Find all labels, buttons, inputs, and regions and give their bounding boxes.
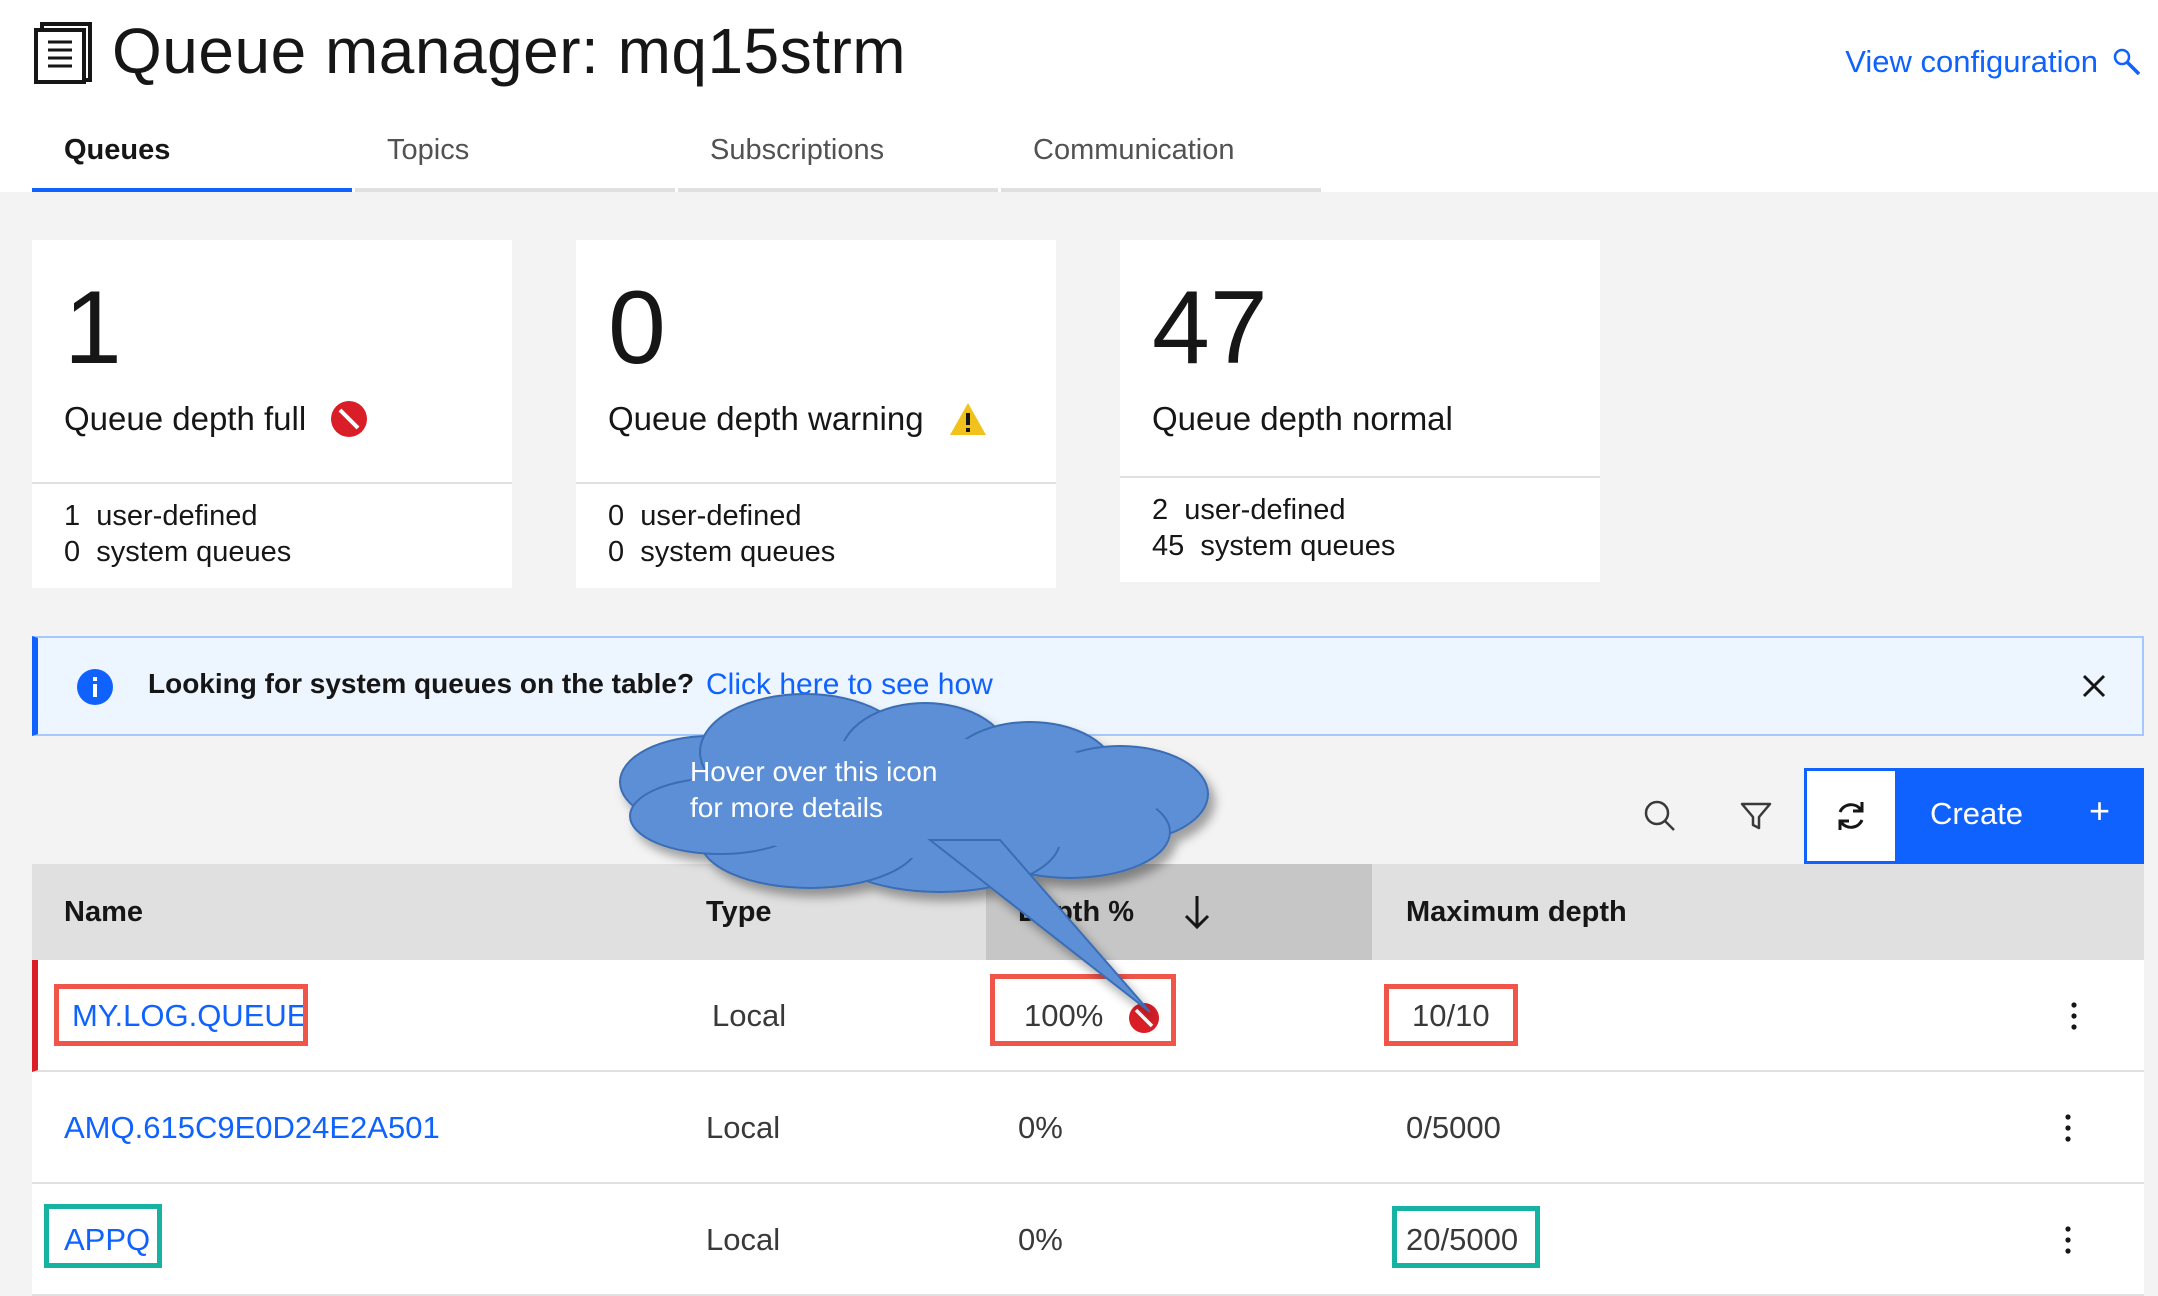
- info-icon: [77, 669, 113, 705]
- annotation-box-red: [54, 984, 308, 1046]
- tile-count: 0: [608, 270, 666, 386]
- tile-divider: [32, 482, 512, 484]
- wrench-icon: [2113, 48, 2141, 76]
- queue-manager-icon: [34, 22, 92, 84]
- warning-icon: [949, 403, 986, 435]
- table-row: APPQ Local 0% 20/5000: [32, 1184, 2144, 1296]
- annotation-box-teal: [44, 1204, 162, 1268]
- tile-label: Queue depth full: [64, 400, 307, 437]
- view-configuration-label: View configuration: [1845, 44, 2098, 79]
- tile-system-queues: 45 system queues: [1152, 530, 1395, 563]
- tab-queues[interactable]: Queues: [32, 120, 352, 192]
- column-header-name[interactable]: Name: [64, 896, 143, 929]
- annotation-box-teal: [1392, 1206, 1540, 1268]
- create-button[interactable]: Create +: [1898, 768, 2144, 864]
- create-label: Create: [1930, 796, 2024, 831]
- system-queues-label: system queues: [1200, 530, 1396, 562]
- callout-line-2: for more details: [690, 792, 883, 823]
- overflow-menu-icon[interactable]: [2066, 998, 2082, 1034]
- tab-subscriptions[interactable]: Subscriptions: [678, 120, 998, 192]
- cloud-callout: [619, 693, 1209, 1013]
- tile-user-defined: 2 user-defined: [1152, 494, 1345, 527]
- tab-communication[interactable]: Communication: [1001, 120, 1321, 192]
- column-header-max-depth[interactable]: Maximum depth: [1406, 896, 1627, 929]
- view-configuration-link[interactable]: View configuration: [1845, 44, 2142, 80]
- close-icon[interactable]: [2076, 668, 2112, 704]
- page-header: Queue manager: mq15strm View configurati…: [0, 0, 2158, 192]
- system-queues-label: system queues: [96, 536, 292, 568]
- queue-max-depth: 0/5000: [1406, 1110, 1501, 1145]
- user-defined-label: user-defined: [640, 500, 802, 532]
- tile-count: 47: [1152, 270, 1268, 386]
- tile-system-queues: 0 system queues: [608, 536, 835, 569]
- refresh-icon: [1838, 802, 1864, 830]
- tile-label-row: Queue depth full: [64, 400, 368, 438]
- user-defined-label: user-defined: [96, 500, 258, 532]
- queue-type: Local: [706, 1222, 781, 1257]
- error-icon: [331, 401, 368, 437]
- page-title: Queue manager: mq15strm: [112, 15, 907, 87]
- tile-divider: [1120, 476, 1600, 478]
- user-defined-count: 0: [608, 500, 625, 532]
- callout-line-1: Hover over this icon: [690, 756, 938, 787]
- tile-depth-normal: 47 Queue depth normal 2 user-defined 45 …: [1120, 240, 1600, 582]
- tile-user-defined: 1 user-defined: [64, 500, 257, 533]
- overflow-menu-icon[interactable]: [2060, 1110, 2076, 1146]
- tile-label: Queue depth normal: [1152, 400, 1453, 437]
- tile-label-row: Queue depth warning: [608, 400, 988, 438]
- plus-icon: +: [2088, 790, 2110, 831]
- system-queues-count: 45: [1152, 530, 1185, 562]
- refresh-button[interactable]: [1804, 768, 1898, 864]
- tile-user-defined: 0 user-defined: [608, 500, 801, 533]
- overflow-menu-icon[interactable]: [2060, 1222, 2076, 1258]
- queue-name-link[interactable]: AMQ.615C9E0D24E2A501: [64, 1110, 440, 1146]
- system-queues-count: 0: [608, 536, 625, 568]
- tile-count: 1: [64, 270, 122, 386]
- tile-label: Queue depth warning: [608, 400, 924, 437]
- tile-system-queues: 0 system queues: [64, 536, 291, 569]
- user-defined-count: 1: [64, 500, 81, 532]
- filter-icon[interactable]: [1734, 794, 1778, 838]
- tile-label-row: Queue depth normal: [1152, 400, 1453, 438]
- callout-text: Hover over this icon for more details: [690, 754, 937, 826]
- system-queues-count: 0: [64, 536, 81, 568]
- queue-depth-percent: 0%: [1018, 1222, 1063, 1257]
- tab-bar: Queues Topics Subscriptions Communicatio…: [32, 120, 1324, 192]
- search-icon[interactable]: [1638, 794, 1682, 838]
- tile-depth-full: 1 Queue depth full 1 user-defined 0 syst…: [32, 240, 512, 588]
- tile-divider: [576, 482, 1056, 484]
- tile-depth-warning: 0 Queue depth warning 0 user-defined 0 s…: [576, 240, 1056, 588]
- tab-topics[interactable]: Topics: [355, 120, 675, 192]
- user-defined-label: user-defined: [1184, 494, 1346, 526]
- queue-type: Local: [706, 1110, 781, 1145]
- table-row: AMQ.615C9E0D24E2A501 Local 0% 0/5000: [32, 1072, 2144, 1184]
- annotation-box-red: [1384, 984, 1518, 1046]
- queue-depth-percent: 0%: [1018, 1110, 1063, 1145]
- system-queues-label: system queues: [640, 536, 836, 568]
- user-defined-count: 2: [1152, 494, 1169, 526]
